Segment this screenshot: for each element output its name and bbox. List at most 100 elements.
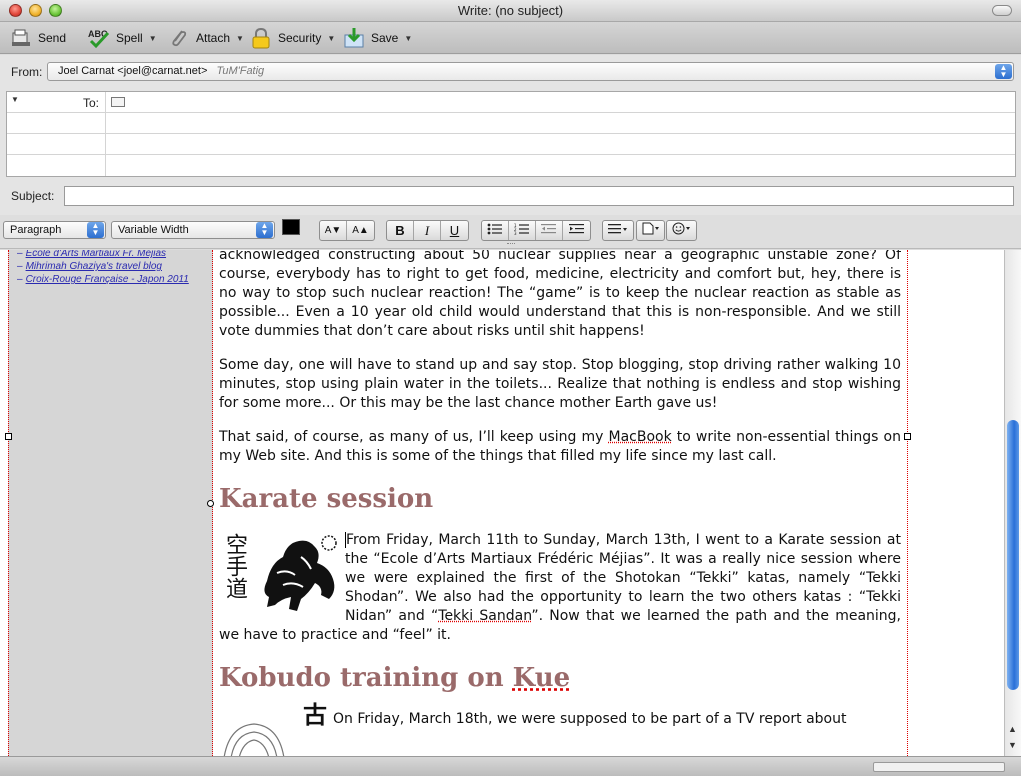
select-arrows-icon: ▲ ▼ (256, 222, 273, 238)
resize-handle[interactable] (207, 500, 214, 507)
karate-tiger-image[interactable]: 空手道 (219, 533, 341, 613)
compose-window: Write: (no subject) Send ABC Spell ▼ Att… (0, 0, 1021, 776)
numbered-list-icon[interactable]: 123 (509, 221, 536, 240)
recipient-row[interactable] (7, 155, 1015, 176)
emoticon-dropdown[interactable] (666, 220, 697, 241)
indent-icon[interactable] (563, 221, 590, 240)
select-arrows-icon: ▲ ▼ (995, 64, 1012, 79)
send-button[interactable]: Send (10, 26, 66, 50)
format-toolbar: Paragraph ▲ ▼ Variable Width ▲ ▼ A▼ A▲ B I… (0, 215, 1021, 249)
save-dropdown-icon: ▼ (404, 33, 413, 43)
article-sidebar: – Ecole d'Arts Martiaux Fr. Méjias – Mihri… (8, 250, 213, 756)
font-value: Variable Width (118, 224, 189, 236)
kobudo-emblem-image[interactable]: 古 (219, 703, 331, 756)
smaller-font-button[interactable]: A▼ (320, 221, 347, 240)
send-icon (10, 27, 32, 49)
karate-kanji: 空手道 (222, 533, 247, 599)
list-dash: – (17, 274, 23, 285)
toolbar-toggle-button[interactable] (992, 5, 1012, 16)
paragraph: acknowledged constructing about 50 nucle… (219, 250, 901, 339)
karate-block: 空手道 From Friday, March 11th to Sunday, M… (219, 531, 901, 645)
security-label: Security (278, 31, 322, 45)
resize-handle[interactable] (5, 433, 12, 440)
title-bar: Write: (no subject) (0, 0, 1021, 22)
font-size-group: A▼ A▲ (319, 220, 375, 241)
address-card-icon[interactable] (111, 97, 125, 107)
save-button[interactable]: Save ▼ (343, 26, 412, 50)
scrollbar-thumb[interactable] (1007, 420, 1019, 690)
outdent-icon[interactable] (536, 221, 563, 240)
sidebar-link-text[interactable]: Croix-Rouge Française - Japon 2011 (26, 274, 189, 285)
split-grip-icon[interactable] (507, 243, 515, 248)
insert-dropdown[interactable] (636, 220, 665, 241)
font-select[interactable]: Variable Width ▲ ▼ (111, 221, 275, 239)
scroll-up-arrow-icon[interactable]: ▲ (1008, 724, 1017, 734)
spell-label: Spell (116, 31, 143, 45)
window-title: Write: (no subject) (457, 3, 564, 18)
from-label: From: (11, 65, 43, 79)
paragraph-style-select[interactable]: Paragraph ▲ ▼ (3, 221, 106, 239)
underline-button[interactable]: U (441, 221, 468, 240)
recipient-row[interactable] (7, 113, 1015, 134)
sidebar-link-text[interactable]: Mihrimah Ghaziya's travel blog (26, 261, 162, 272)
text-color-well[interactable] (282, 219, 300, 235)
security-button[interactable]: Security ▼ (250, 26, 335, 50)
larger-font-button[interactable]: A▲ (347, 221, 374, 240)
toolbar: Send ABC Spell ▼ Attach ▼ Security ▼ Sav… (0, 22, 1021, 54)
misspelled-word[interactable]: Tekki Sandan (438, 608, 531, 624)
from-account-select[interactable]: Joel Carnat <joel@carnat.net> TuM'Fatig … (47, 62, 1014, 81)
italic-button[interactable]: I (414, 221, 441, 240)
vertical-scrollbar[interactable]: ▲ ▼ (1004, 250, 1021, 756)
misspelled-word[interactable]: Kue (513, 663, 570, 693)
recipient-row[interactable] (7, 134, 1015, 155)
scroll-down-arrow-icon[interactable]: ▼ (1008, 740, 1017, 750)
list-dash: – (17, 250, 23, 259)
resize-handle[interactable] (904, 433, 911, 440)
to-label: To: (83, 96, 100, 110)
spell-check-icon: ABC (88, 27, 110, 49)
sidebar-link[interactable]: – Ecole d'Arts Martiaux Fr. Méjias (17, 250, 212, 260)
attach-label: Attach (196, 31, 231, 45)
sidebar-link[interactable]: – Mihrimah Ghaziya's travel blog (17, 260, 212, 273)
bullet-list-icon[interactable] (482, 221, 509, 240)
select-arrows-icon: ▲ ▼ (87, 222, 104, 238)
save-label: Save (371, 31, 399, 45)
send-label: Send (38, 31, 67, 45)
message-body[interactable]: – Ecole d'Arts Martiaux Fr. Méjias – Mihri… (0, 250, 1021, 756)
recipients-list[interactable]: ▼ To: (6, 91, 1016, 177)
spell-dropdown-icon: ▼ (148, 33, 157, 43)
insert-page-icon[interactable] (637, 221, 664, 240)
sidebar-link[interactable]: – Croix-Rouge Française - Japon 2011 (17, 273, 212, 286)
list-dash: – (17, 261, 23, 272)
spell-button[interactable]: ABC Spell ▼ (88, 26, 157, 50)
sidebar-link-text[interactable]: Ecole d'Arts Martiaux Fr. Méjias (26, 250, 166, 259)
attach-button[interactable]: Attach ▼ (168, 26, 244, 50)
smiley-icon[interactable] (667, 221, 696, 240)
paragraph-text: ”. Now that we learned the path and the … (219, 608, 902, 643)
alignment-dropdown[interactable] (602, 220, 634, 241)
paragraph-text: That said, of course, as many of us, I’l… (219, 429, 609, 445)
address-type-dropdown-icon[interactable]: ▼ (11, 95, 19, 104)
section-heading-karate: Karate session (219, 484, 434, 514)
progress-bar (873, 762, 1005, 772)
attach-dropdown-icon: ▼ (236, 33, 244, 43)
heading-text: Kobudo training on (219, 663, 513, 693)
list-indent-group: 123 (481, 220, 591, 241)
text-style-group: B I U (386, 220, 469, 241)
security-dropdown-icon: ▼ (327, 33, 336, 43)
tiger-icon (264, 535, 337, 611)
crest-icon (223, 723, 285, 756)
paragraph: That said, of course, as many of us, I’l… (219, 428, 901, 466)
save-download-icon (343, 27, 365, 49)
paperclip-icon (168, 27, 190, 49)
recipient-row[interactable]: ▼ To: (7, 92, 1015, 113)
section-heading-kobudo: Kobudo training on Kue (219, 660, 901, 696)
subject-label: Subject: (11, 189, 55, 203)
article-column[interactable]: acknowledged constructing about 50 nucle… (213, 250, 908, 756)
from-signature: TuM'Fatig (216, 65, 265, 77)
misspelled-word[interactable]: MacBook (608, 429, 671, 445)
bold-button[interactable]: B (387, 221, 414, 240)
kobudo-kanji: 古 (303, 701, 327, 729)
subject-input[interactable] (64, 186, 1014, 206)
align-justify-icon[interactable] (603, 221, 633, 240)
